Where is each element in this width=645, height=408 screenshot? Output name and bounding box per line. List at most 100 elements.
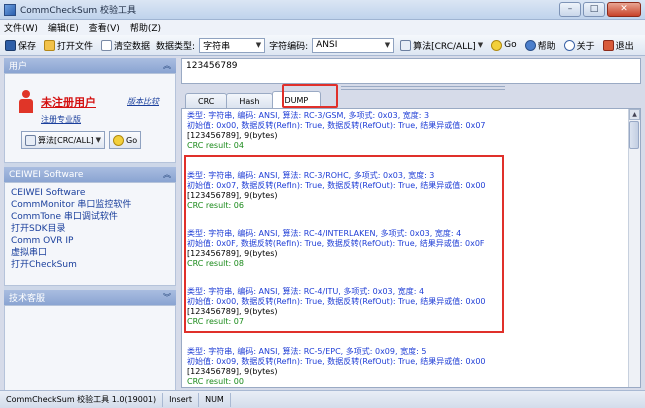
algorithm-button[interactable]: 算法[CRC/ALL] ▼ <box>398 39 485 52</box>
menu-help[interactable]: 帮助(Z) <box>130 21 161 34</box>
lightning-icon <box>491 39 503 51</box>
left-panel: 用户 ︽ 未注册用户 版本比较 注册专业版 算法[CRC/ALL] ▼ Go C… <box>4 58 176 391</box>
result-record: 类型: 字符串, 编码: ANSI, 算法: RC-3/ROHC, 多项式: 0… <box>187 171 627 211</box>
record-data-line: [123456789], 9(bytes) <box>187 307 278 316</box>
encoding-label: 字符编码: <box>269 41 309 52</box>
expand-icon[interactable]: ︾ <box>163 292 171 303</box>
software-item[interactable]: CEIWEI Software <box>11 187 169 199</box>
software-box: CEIWEI Software CommMonitor 串口监控软件 CommT… <box>4 182 176 286</box>
input-textarea[interactable]: 123456789 <box>181 58 641 84</box>
collapse-icon[interactable]: ︽ <box>163 169 171 180</box>
tab-dump[interactable]: DUMP <box>271 91 322 108</box>
software-section-title: CEIWEI Software <box>9 169 84 180</box>
chevron-down-icon: ▼ <box>255 41 262 49</box>
mini-algorithm-button[interactable]: 算法[CRC/ALL] ▼ <box>21 131 106 149</box>
status-num: NUM <box>199 392 231 407</box>
menu-edit[interactable]: 编辑(E) <box>48 21 79 34</box>
record-type-line: 类型: 字符串, 编码: ANSI, 算法: RC-4/ITU, 多项式: 0x… <box>187 287 425 296</box>
menu-file[interactable]: 文件(W) <box>4 21 38 34</box>
calculator-icon <box>25 134 36 146</box>
app-icon <box>4 3 16 16</box>
tab-crc[interactable]: CRC <box>185 93 228 108</box>
user-box: 未注册用户 版本比较 注册专业版 算法[CRC/ALL] ▼ Go <box>4 73 176 163</box>
title-bar: CommCheckSum 校验工具 – □ ✕ <box>0 0 645 20</box>
minimize-button[interactable]: – <box>559 2 581 17</box>
maximize-button[interactable]: □ <box>583 2 605 17</box>
software-item[interactable]: CommMonitor 串口监控软件 <box>11 199 169 211</box>
chevron-down-icon: ▼ <box>95 136 102 144</box>
software-item[interactable]: CommTone 串口调试软件 <box>11 211 169 223</box>
record-type-line: 类型: 字符串, 编码: ANSI, 算法: RC-3/GSM, 多项式: 0x… <box>187 111 430 120</box>
record-type-line: 类型: 字符串, 编码: ANSI, 算法: RC-5/EPC, 多项式: 0x… <box>187 347 427 356</box>
support-section-title: 技术客服 <box>9 294 46 304</box>
tab-hash[interactable]: Hash <box>226 93 273 108</box>
software-item[interactable]: 打开CheckSum <box>11 259 169 271</box>
unregistered-user-title[interactable]: 未注册用户 <box>41 94 96 110</box>
output-textarea[interactable]: 类型: 字符串, 编码: ANSI, 算法: RC-3/GSM, 多项式: 0x… <box>181 108 641 388</box>
calculator-icon <box>400 39 412 51</box>
software-item[interactable]: 虚拟串口 <box>11 247 169 259</box>
save-button[interactable]: 保存 <box>3 39 38 52</box>
output-scrollbar[interactable]: ▲ <box>628 109 640 387</box>
clear-data-button[interactable]: 清空数据 <box>99 39 152 52</box>
scroll-thumb[interactable] <box>629 121 639 149</box>
save-label: 保存 <box>18 41 37 52</box>
result-record: 类型: 字符串, 编码: ANSI, 算法: RC-5/EPC, 多项式: 0x… <box>187 347 627 387</box>
software-item[interactable]: 打开SDK目录 <box>11 223 169 235</box>
version-compare-link[interactable]: 版本比较 <box>127 96 159 107</box>
record-data-line: [123456789], 9(bytes) <box>187 249 278 258</box>
mini-go-button[interactable]: Go <box>109 131 142 149</box>
scroll-up-icon[interactable]: ▲ <box>629 109 640 120</box>
status-insert: Insert <box>163 392 200 407</box>
clear-data-label: 清空数据 <box>114 41 151 52</box>
save-icon <box>5 39 16 51</box>
software-item[interactable]: Comm OVR IP <box>11 235 169 247</box>
input-value: 123456789 <box>186 61 238 71</box>
support-section-header[interactable]: 技术客服 ︾ <box>4 290 176 305</box>
record-data-line: [123456789], 9(bytes) <box>187 191 278 200</box>
data-type-select[interactable]: 字符串 ▼ <box>199 37 266 53</box>
record-result-line: CRC result: 00 <box>187 377 244 386</box>
software-list: CEIWEI Software CommMonitor 串口监控软件 CommT… <box>5 183 175 275</box>
exit-button[interactable]: 退出 <box>601 39 636 52</box>
menu-view[interactable]: 查看(V) <box>89 21 120 34</box>
result-record: 类型: 字符串, 编码: ANSI, 算法: RC-4/ITU, 多项式: 0x… <box>187 287 627 327</box>
record-params-line: 初始值: 0x09, 数据反转(RefIn): True, 数据反转(RefOu… <box>187 357 486 366</box>
help-label: 帮助 <box>537 41 556 52</box>
result-tabs: CRC Hash DUMP <box>185 90 322 108</box>
open-file-button[interactable]: 打开文件 <box>42 39 95 52</box>
toolbar: 保存 打开文件 清空数据 数据类型: 字符串 ▼ 字符编码: ANSI ▼ 算法… <box>0 35 645 56</box>
chevron-down-icon: ▼ <box>384 41 391 49</box>
about-button[interactable]: 关于 <box>562 39 597 52</box>
result-record: 类型: 字符串, 编码: ANSI, 算法: RC-4/INTERLAKEN, … <box>187 229 627 269</box>
data-type-value: 字符串 <box>203 41 231 52</box>
splitter-handle[interactable] <box>341 86 505 90</box>
help-button[interactable]: 帮助 <box>523 39 558 52</box>
window-title: CommCheckSum 校验工具 <box>20 6 137 16</box>
result-record: 类型: 字符串, 编码: ANSI, 算法: RC-3/GSM, 多项式: 0x… <box>187 111 627 151</box>
close-button[interactable]: ✕ <box>607 2 641 17</box>
record-params-line: 初始值: 0x00, 数据反转(RefIn): True, 数据反转(RefOu… <box>187 297 486 306</box>
exit-label: 退出 <box>615 41 634 52</box>
record-type-line: 类型: 字符串, 编码: ANSI, 算法: RC-3/ROHC, 多项式: 0… <box>187 171 435 180</box>
record-data-line: [123456789], 9(bytes) <box>187 131 278 140</box>
support-box <box>4 305 176 391</box>
user-section-header[interactable]: 用户 ︽ <box>4 58 176 73</box>
window-controls: – □ ✕ <box>559 2 641 17</box>
go-label: Go <box>504 40 517 50</box>
mini-algorithm-label: 算法[CRC/ALL] <box>38 135 94 145</box>
software-section-header[interactable]: CEIWEI Software ︽ <box>4 167 176 182</box>
register-pro-link[interactable]: 注册专业版 <box>41 114 81 125</box>
mini-go-label: Go <box>126 135 138 145</box>
user-section-title: 用户 <box>9 62 28 72</box>
record-params-line: 初始值: 0x0F, 数据反转(RefIn): True, 数据反转(RefOu… <box>187 239 485 248</box>
go-button[interactable]: Go <box>489 39 518 51</box>
lightning-icon <box>113 134 125 146</box>
collapse-icon[interactable]: ︽ <box>163 60 171 71</box>
record-type-line: 类型: 字符串, 编码: ANSI, 算法: RC-4/INTERLAKEN, … <box>187 229 462 238</box>
record-result-line: CRC result: 08 <box>187 259 244 268</box>
record-data-line: [123456789], 9(bytes) <box>187 367 278 376</box>
main-pane: 123456789 CRC Hash DUMP 类型: 字符串, 编码: ANS… <box>181 58 641 388</box>
exit-icon <box>602 39 614 51</box>
encoding-select[interactable]: ANSI ▼ <box>312 37 395 53</box>
